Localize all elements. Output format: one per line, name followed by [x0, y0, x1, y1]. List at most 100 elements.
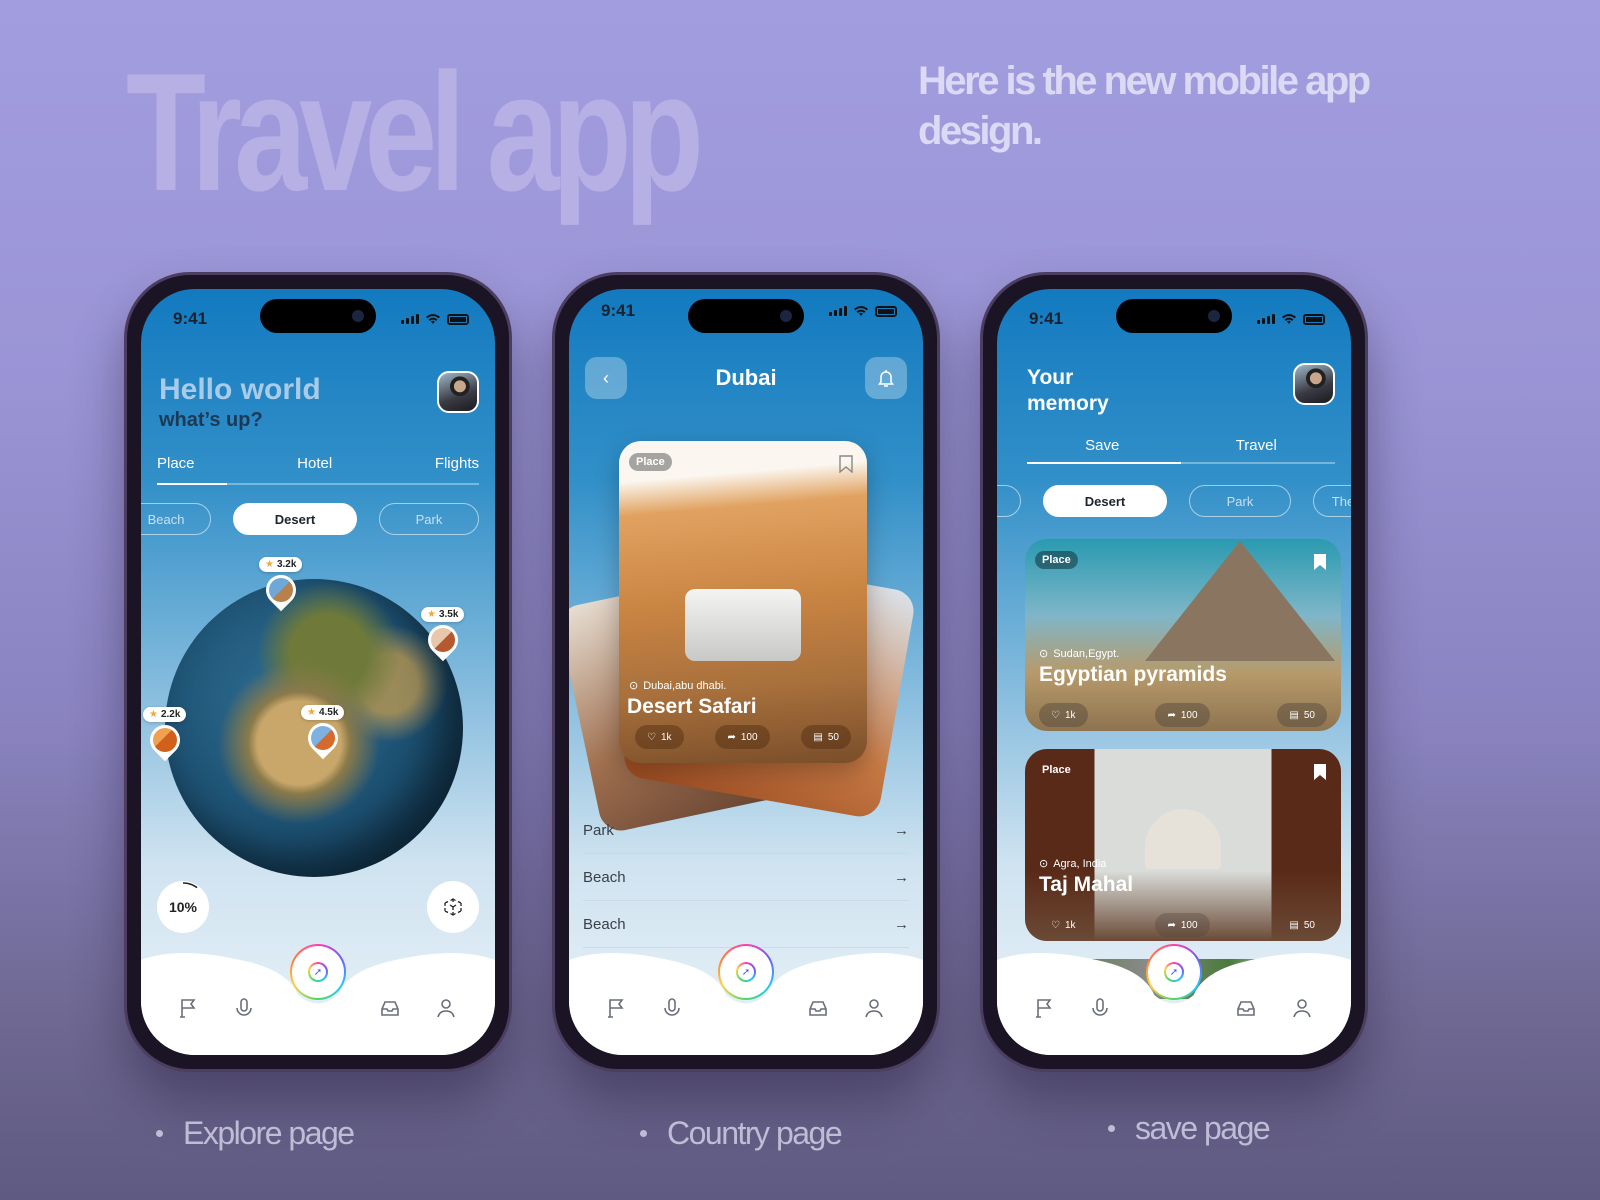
- tab-place[interactable]: Place: [157, 455, 195, 472]
- status-time: 9:41: [173, 309, 208, 328]
- like-button[interactable]: ♡ 1k: [1039, 913, 1088, 937]
- tab-flights[interactable]: Flights: [435, 455, 479, 472]
- arrow-right-icon: →: [894, 868, 909, 886]
- avatar[interactable]: [437, 371, 479, 413]
- place-tag: Place: [1042, 764, 1071, 776]
- share-button[interactable]: ➦ 100: [1155, 913, 1210, 937]
- card-image-monument: [1145, 809, 1221, 869]
- bullet: [156, 1130, 163, 1137]
- like-button[interactable]: ♡ 1k: [1039, 703, 1088, 727]
- card-stats: ♡ 1k ➦ 100 ▤ 50: [635, 725, 851, 749]
- comment-button[interactable]: ▤ 50: [801, 725, 851, 749]
- microphone-icon[interactable]: [233, 997, 255, 1019]
- status-time: 9:41: [601, 301, 636, 320]
- flag-icon[interactable]: [177, 997, 199, 1019]
- arrow-right-icon: →: [894, 821, 909, 839]
- chip-theme[interactable]: The: [1313, 485, 1351, 517]
- profile-icon[interactable]: [1291, 997, 1313, 1019]
- avatar[interactable]: [1293, 363, 1335, 405]
- signal-icon: [829, 306, 847, 316]
- place-card[interactable]: Place ⊙ Dubai,abu dhabi. Desert Safari ♡ 1…: [619, 441, 867, 763]
- card-stats: ♡ 1k ➦ 100 ▤ 50: [1039, 913, 1327, 937]
- rating-badge: ★ 2.2k: [143, 707, 187, 722]
- flag-icon[interactable]: [605, 997, 627, 1019]
- location-pin-icon: ⊙: [629, 680, 639, 692]
- ar-view-button[interactable]: [427, 881, 479, 933]
- explore-compass-button[interactable]: ➚: [718, 944, 774, 1000]
- location-pin-icon: ⊙: [1039, 858, 1049, 870]
- pin-thumbnail: [143, 718, 186, 762]
- list-item[interactable]: Park →: [583, 807, 909, 854]
- heart-icon: ♡: [1051, 709, 1060, 721]
- place-tag: Place: [1035, 551, 1078, 569]
- compass-icon: ➚: [738, 964, 754, 980]
- star-icon: ★: [149, 709, 158, 720]
- microphone-icon[interactable]: [1089, 997, 1111, 1019]
- phone-country: 9:41 ‹ Dubai Place ⊙ Dubai,abu dhabi. Des…: [552, 272, 940, 1072]
- map-pin[interactable]: ★ 3.2k: [259, 557, 303, 612]
- map-pin[interactable]: ★ 2.2k: [143, 707, 187, 762]
- card-image-pyramid: [1145, 541, 1335, 661]
- tab-travel[interactable]: Travel: [1236, 437, 1277, 454]
- notifications-button[interactable]: [865, 357, 907, 399]
- share-button[interactable]: ➦ 100: [1155, 703, 1210, 727]
- progress-ring: [182, 882, 198, 889]
- card-stats: ♡ 1k ➦ 100 ▤ 50: [1039, 703, 1327, 727]
- chip-partial[interactable]: [997, 485, 1021, 517]
- list-item[interactable]: Beach →: [583, 854, 909, 901]
- tab-indicator: [1027, 462, 1181, 464]
- profile-icon[interactable]: [435, 997, 457, 1019]
- hero-title: Travel app: [126, 38, 704, 226]
- share-icon: ➦: [1167, 709, 1176, 721]
- map-pin[interactable]: ★ 3.5k: [421, 607, 465, 662]
- bell-icon: [878, 370, 894, 387]
- chip-beach[interactable]: Beach: [141, 503, 211, 535]
- chip-desert[interactable]: Desert: [233, 503, 357, 535]
- category-tabs: Place Hotel Flights: [157, 455, 479, 472]
- chip-park[interactable]: Park: [379, 503, 479, 535]
- battery-icon: [875, 305, 897, 317]
- flag-icon[interactable]: [1033, 997, 1055, 1019]
- compass-icon: ➚: [1166, 964, 1182, 980]
- hero-subtitle: Here is the new mobile app design.: [918, 59, 1371, 153]
- comment-button[interactable]: ▤ 50: [1277, 703, 1327, 727]
- bookmark-filled-icon[interactable]: [1313, 763, 1327, 781]
- card-title: Taj Mahal: [1039, 873, 1134, 896]
- wifi-icon: [854, 306, 868, 316]
- status-time: 9:41: [1029, 309, 1064, 328]
- explore-compass-button[interactable]: ➚: [290, 944, 346, 1000]
- inbox-icon[interactable]: [807, 997, 829, 1019]
- comment-icon: ▤: [813, 731, 823, 743]
- tab-hotel[interactable]: Hotel: [297, 455, 332, 472]
- inbox-icon[interactable]: [1235, 997, 1257, 1019]
- share-icon: ➦: [727, 731, 736, 743]
- bookmark-icon[interactable]: [839, 455, 853, 473]
- place-tag: Place: [629, 453, 672, 471]
- explore-screen: 9:41 Hello world what’s up? Place Hotel …: [141, 289, 495, 1055]
- battery-icon: [447, 313, 469, 325]
- card-location: ⊙ Sudan,Egypt.: [1039, 647, 1120, 661]
- compass-icon: ➚: [310, 964, 326, 980]
- share-button[interactable]: ➦ 100: [715, 725, 770, 749]
- saved-card[interactable]: Place ⊙ Sudan,Egypt. Egyptian pyramids ♡ 1…: [1025, 539, 1341, 731]
- microphone-icon[interactable]: [661, 997, 683, 1019]
- status-bar: 9:41: [173, 309, 469, 329]
- like-button[interactable]: ♡ 1k: [635, 725, 684, 749]
- tab-indicator-track: [1027, 462, 1335, 464]
- phone-save: 9:41 Your memory Save Travel Desert Park…: [980, 272, 1368, 1072]
- saved-card[interactable]: Place ⊙ Agra, India Taj Mahal ♡ 1k ➦ 100 ▤ 5…: [1025, 749, 1341, 941]
- inbox-icon[interactable]: [379, 997, 401, 1019]
- profile-icon[interactable]: [863, 997, 885, 1019]
- chip-desert[interactable]: Desert: [1043, 485, 1167, 517]
- rating-badge: ★ 3.5k: [421, 607, 465, 622]
- caption-save: save page: [1108, 1110, 1271, 1147]
- chip-park[interactable]: Park: [1189, 485, 1291, 517]
- comment-button[interactable]: ▤ 50: [1277, 913, 1327, 937]
- explore-compass-button[interactable]: ➚: [1146, 944, 1202, 1000]
- bookmark-filled-icon[interactable]: [1313, 553, 1327, 571]
- arrow-right-icon: →: [894, 915, 909, 933]
- bottom-nav: ➚: [141, 940, 495, 1055]
- tab-save[interactable]: Save: [1085, 437, 1119, 454]
- map-pin[interactable]: ★ 4.5k: [301, 705, 345, 760]
- card-location: ⊙ Dubai,abu dhabi.: [629, 679, 727, 693]
